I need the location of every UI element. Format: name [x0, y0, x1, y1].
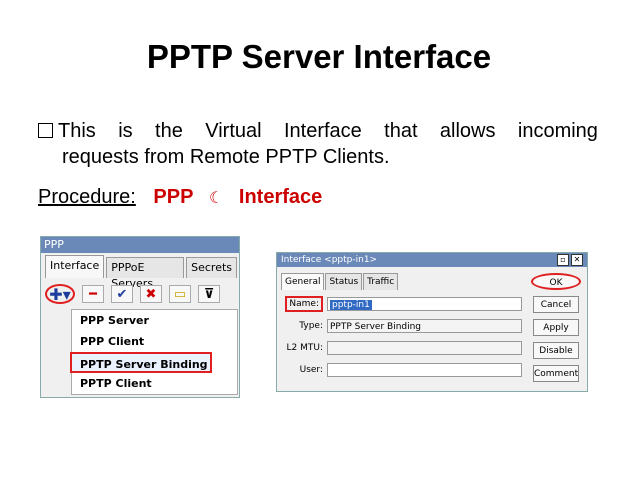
- bullet-point: This is the Virtual Interface that allow…: [38, 118, 598, 170]
- tab-status[interactable]: Status: [325, 273, 363, 290]
- user-label: User:: [299, 365, 323, 375]
- type-label: Type:: [299, 321, 323, 331]
- slide-title: PPTP Server Interface: [146, 38, 492, 75]
- menu-item-pptp-server-binding[interactable]: PPTP Server Binding: [70, 352, 212, 373]
- bullet-line-1: This is the Virtual Interface that allow…: [38, 118, 598, 144]
- interface-dialog: Interface <pptp-in1> ▫ ✕ General Status …: [276, 252, 588, 392]
- bullet-word: Interface: [283, 120, 362, 142]
- procedure-label: Procedure:: [38, 186, 136, 208]
- add-dropdown-button[interactable]: ✚▾: [45, 284, 75, 304]
- bullet-word: the: [155, 120, 183, 142]
- comment-button[interactable]: Comment: [533, 365, 579, 382]
- menu-item-pptp-client[interactable]: PPTP Client: [72, 373, 237, 394]
- user-row: User:: [281, 363, 522, 377]
- arrow-icon: ☾: [209, 190, 224, 207]
- checkbox-bullet-icon: [38, 123, 53, 138]
- name-field[interactable]: pptp-in1: [327, 297, 522, 311]
- restore-icon[interactable]: ▫: [557, 254, 569, 266]
- l2mtu-row: L2 MTU:: [281, 341, 522, 355]
- l2mtu-label: L2 MTU:: [286, 343, 323, 353]
- tab-pppoe-servers[interactable]: PPPoE Servers: [106, 257, 185, 290]
- apply-button[interactable]: Apply: [533, 319, 579, 336]
- user-field[interactable]: [327, 363, 522, 377]
- ppp-window-title: PPP: [41, 237, 239, 253]
- close-icon[interactable]: ✕: [571, 254, 583, 266]
- bullet-word: This: [58, 120, 96, 142]
- tab-secrets[interactable]: Secrets: [186, 257, 237, 278]
- bullet-word: that: [384, 120, 418, 142]
- procedure-line: Procedure: PPP ☾ Interface: [38, 186, 322, 209]
- procedure-ppp: PPP: [153, 186, 194, 208]
- ppp-toolbar: ✚▾ ━ ✔ ✖ ▭ ⊽: [45, 282, 235, 306]
- l2mtu-field: [327, 341, 522, 355]
- type-row: Type: PPTP Server Binding: [281, 319, 522, 333]
- ppp-tabs: Interface PPPoE Servers Secrets: [45, 255, 239, 290]
- ppp-window: PPP Interface PPPoE Servers Secrets ✚▾ ━…: [40, 236, 240, 398]
- ok-button[interactable]: OK: [531, 273, 581, 290]
- add-dropdown-menu: PPP Server PPP Client PPTP Server Bindin…: [70, 309, 238, 395]
- interface-dialog-title: Interface <pptp-in1>: [281, 255, 378, 265]
- menu-item-ppp-client[interactable]: PPP Client: [72, 331, 237, 352]
- tab-general[interactable]: General: [281, 273, 325, 290]
- disable-button[interactable]: ✖: [140, 285, 162, 303]
- menu-item-ppp-server[interactable]: PPP Server: [72, 310, 237, 331]
- bullet-word: is: [118, 120, 133, 142]
- tab-interface[interactable]: Interface: [45, 255, 105, 278]
- procedure-interface: Interface: [238, 186, 323, 208]
- cancel-button[interactable]: Cancel: [533, 296, 579, 313]
- bullet-word: incoming: [517, 120, 598, 142]
- name-label: Name:: [285, 296, 323, 312]
- name-value: pptp-in1: [330, 300, 372, 310]
- dialog-buttons: OK Cancel Apply Disable Comment: [531, 273, 581, 382]
- interface-dialog-titlebar: Interface <pptp-in1> ▫ ✕: [277, 253, 587, 267]
- comment-button[interactable]: ▭: [169, 285, 191, 303]
- filter-button[interactable]: ⊽: [198, 285, 220, 303]
- type-field: PPTP Server Binding: [327, 319, 522, 333]
- bullet-word: allows: [439, 120, 496, 142]
- tab-traffic[interactable]: Traffic: [363, 273, 399, 290]
- bullet-word: Virtual: [205, 120, 262, 142]
- bullet-line-2: requests from Remote PPTP Clients.: [62, 146, 390, 168]
- disable-button[interactable]: Disable: [533, 342, 579, 359]
- name-row: Name: pptp-in1: [281, 296, 522, 312]
- remove-button[interactable]: ━: [82, 285, 104, 303]
- interface-tabs: General Status Traffic: [281, 273, 399, 290]
- enable-button[interactable]: ✔: [111, 285, 133, 303]
